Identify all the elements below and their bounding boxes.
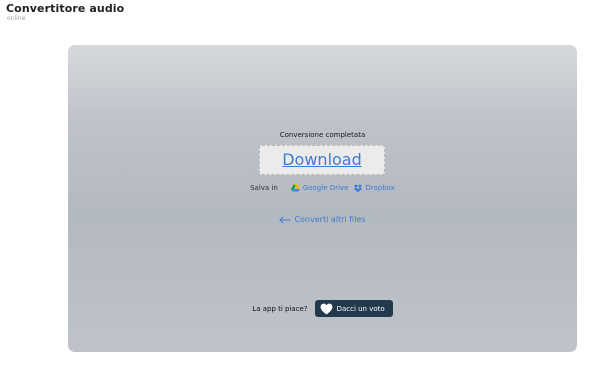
- save-to-row: Salva in Google Drive Dropbox: [68, 184, 577, 192]
- google-drive-link[interactable]: Google Drive: [290, 184, 349, 192]
- dropbox-link[interactable]: Dropbox: [354, 184, 395, 192]
- heart-icon: [320, 303, 333, 314]
- result-panel: Conversione completata Download Salva in…: [68, 45, 577, 352]
- google-drive-icon: [290, 184, 300, 192]
- rate-button[interactable]: Dacci un voto: [314, 300, 393, 317]
- google-drive-label: Google Drive: [302, 184, 349, 192]
- rate-button-label: Dacci un voto: [336, 304, 385, 313]
- app-title: Convertitore audio: [6, 2, 125, 15]
- convert-more-label: Converti altri files: [294, 215, 366, 224]
- conversion-status: Conversione completata: [279, 131, 366, 139]
- rating-question: La app ti piace?: [252, 304, 308, 313]
- app-subtitle: online: [7, 15, 26, 22]
- arrow-left-icon: [279, 216, 291, 223]
- save-label: Salva in: [250, 184, 278, 192]
- rating-row: La app ti piace? Dacci un voto: [68, 300, 577, 317]
- download-button[interactable]: Download: [259, 145, 385, 175]
- convert-more-link[interactable]: Converti altri files: [68, 215, 577, 224]
- dropbox-label: Dropbox: [365, 184, 395, 192]
- dropbox-icon: [354, 184, 363, 192]
